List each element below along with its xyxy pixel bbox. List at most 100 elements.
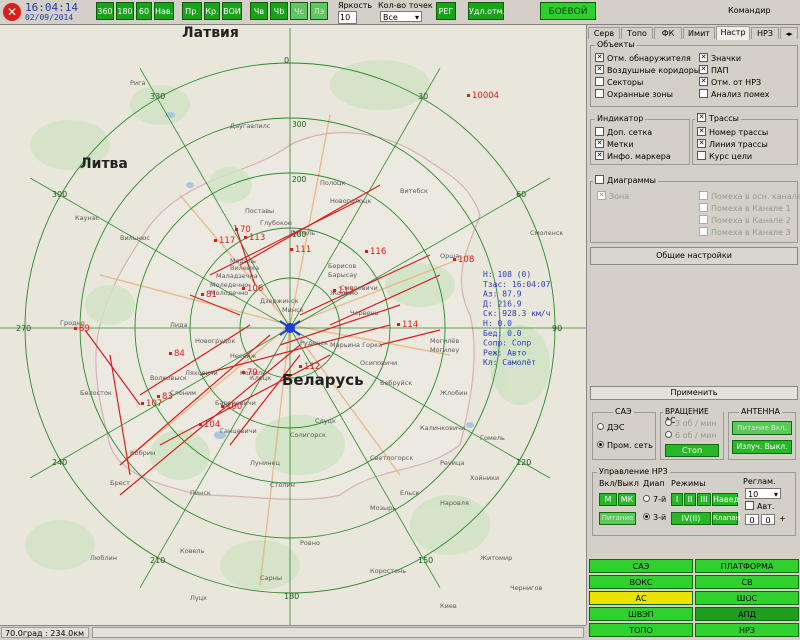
scale-60-button[interactable]: 60 [136,2,152,20]
chv-button[interactable]: Чв [250,2,268,20]
cb-main-channel-interference[interactable]: Помеха в осн. канале [699,191,800,202]
target-label[interactable]: 83 [162,392,173,402]
target-label[interactable]: 70 [240,225,251,235]
nrz-m-button[interactable]: М [599,493,617,506]
target-marker[interactable] [74,327,77,330]
scale-360-button[interactable]: 360 [96,2,114,20]
mode-i-button[interactable]: I [671,493,683,506]
radio-6rpm[interactable]: 6 об / мин [665,431,717,441]
target-label[interactable]: 89 [79,324,90,334]
regl-select[interactable]: 10 ▾ [745,488,781,499]
subsystem-status-7[interactable]: АПД [695,607,799,621]
cb-nrz-marks[interactable]: ✕ Отм. от НРЗ [699,77,761,88]
target-marker[interactable] [333,289,336,292]
tab-fk[interactable]: ФК [654,27,682,39]
subsystem-status-6[interactable]: ШВЭП [589,607,693,621]
target-label[interactable]: 79 [247,368,258,378]
subsystem-status-5[interactable]: ШОС [695,591,799,605]
subsystem-status-8[interactable]: ТОПО [589,623,693,637]
target-marker[interactable] [299,365,302,368]
antenna-power-button[interactable]: Питание Вкл. [732,421,792,435]
cb-tracks[interactable]: ✕ Трассы [695,113,741,124]
mode-klapan-button[interactable]: Клапан [712,512,740,525]
mode-ii-button[interactable]: II [684,493,696,506]
nrz-num1-input[interactable]: 0 [745,514,759,525]
cb-guard-zones[interactable]: Охранные зоны [595,89,673,100]
target-marker[interactable] [235,228,238,231]
cb-icons[interactable]: ✕ Значки [699,53,741,64]
cb-pap[interactable]: ✕ ПАП [699,65,729,76]
cb-channel1-interference[interactable]: Помеха в Канале 1 [699,203,791,214]
nav-button[interactable]: Нав. [154,2,174,20]
cb-target-course[interactable]: Курс цели [697,151,752,162]
nrz-mk-button[interactable]: МК [618,493,636,506]
radio-prom-set[interactable]: Пром. сеть [597,441,653,451]
reg-button[interactable]: РЕГ [436,2,456,20]
target-marker[interactable] [242,287,245,290]
subsystem-status-1[interactable]: ПЛАТФОРМА [695,559,799,573]
target-label[interactable]: 116 [370,247,386,257]
tab-topo[interactable]: Топо [621,27,653,39]
mode-naved-button[interactable]: Навед [712,493,739,506]
brightness-stepper[interactable]: 10 [338,11,357,24]
cb-detector-marks[interactable]: ✕ Отм. обнаружителя [595,53,691,64]
cb-track-line[interactable]: ✕ Линия трассы [697,139,768,150]
target-marker[interactable] [199,423,202,426]
radar-map[interactable]: 0 30 60 90 120 150 180 210 240 270 300 330 100 200 300 [0,25,587,625]
target-label[interactable]: 114 [402,320,418,330]
target-marker[interactable] [242,371,245,374]
subsystem-status-3[interactable]: СВ [695,575,799,589]
target-marker[interactable] [467,94,470,97]
stop-button[interactable]: Стоп [665,444,719,457]
target-marker[interactable] [397,323,400,326]
apply-button[interactable]: Применить [590,386,798,400]
target-marker[interactable] [221,405,224,408]
target-marker[interactable] [244,236,247,239]
radio-3rpm[interactable]: 3 об / мин [665,419,717,429]
subsystem-status-9[interactable]: НРЗ [695,623,799,637]
cb-sectors[interactable]: Секторы [595,77,643,88]
cb-diagrams[interactable]: Диаграммы [593,175,658,186]
target-label[interactable]: 104 [204,420,220,430]
cb-auto[interactable]: Авт. [745,501,774,512]
target-label[interactable]: 117 [219,236,235,246]
cb-channel3-interference[interactable]: Помеха в Канале 3 [699,227,791,238]
tab-scroll-arrows[interactable]: ◂▸ [780,27,798,39]
nrz-num2-input[interactable]: 0 [761,514,775,525]
tab-imit[interactable]: Имит [683,27,715,39]
radio-band-3[interactable]: 3-й [643,513,666,523]
target-marker[interactable] [214,239,217,242]
cb-air-corridors[interactable]: ✕ Воздушные коридоры [595,65,700,76]
subsystem-status-2[interactable]: ВОКС [589,575,693,589]
target-marker[interactable] [169,352,172,355]
target-label[interactable]: 113 [249,233,265,243]
target-marker[interactable] [157,395,160,398]
mode-iii-button[interactable]: III [697,493,711,506]
mode-iv-button[interactable]: IV(II) [671,512,711,525]
kr-button[interactable]: Кр. [204,2,220,20]
target-label[interactable]: 10004 [472,91,499,101]
target-label[interactable]: 108 [458,255,474,265]
le-button[interactable]: Лэ [310,2,328,20]
target-marker[interactable] [453,258,456,261]
target-label[interactable]: 112 [304,362,320,372]
target-label[interactable]: 111 [295,245,311,255]
chs-button[interactable]: Чс [290,2,308,20]
cb-channel2-interference[interactable]: Помеха в Канале 2 [699,215,791,226]
radio-des[interactable]: ДЭС [597,423,624,433]
target-label[interactable]: 100 [226,402,242,412]
general-settings-button[interactable]: Общие настройки [590,247,798,265]
target-marker[interactable] [141,402,144,405]
cb-marks[interactable]: ✕ Метки [595,139,634,150]
cb-interference-analysis[interactable]: Анализ помех [699,89,770,100]
target-label[interactable]: 107 [146,399,162,409]
cb-zone[interactable]: ✕ Зона [597,191,629,202]
radio-band-7[interactable]: 7-й [643,495,666,505]
target-label[interactable]: 84 [174,349,185,359]
target-marker[interactable] [365,250,368,253]
plus-icon[interactable]: + [779,514,786,523]
subsystem-status-4[interactable]: АС [589,591,693,605]
cb-marker-info[interactable]: ✕ Инфо. маркера [595,151,671,162]
points-select[interactable]: Все ▾ [380,11,422,22]
tab-nastr[interactable]: Настр [716,26,750,40]
